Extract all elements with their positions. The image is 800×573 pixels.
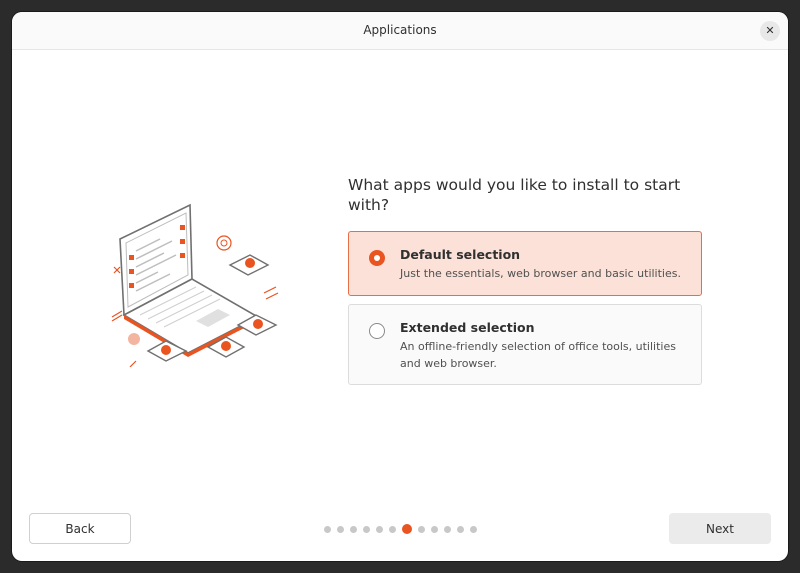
window-title: Applications — [363, 23, 437, 37]
step-dot[interactable] — [444, 525, 451, 533]
close-button[interactable]: ✕ — [760, 21, 780, 41]
step-dot[interactable] — [324, 525, 331, 533]
option-title: Extended selection — [400, 320, 535, 335]
step-dot[interactable] — [470, 525, 477, 533]
option-description: Just the essentials, web browser and bas… — [400, 267, 681, 280]
step-dot[interactable] — [363, 525, 370, 533]
option-description: An offline-friendly selection of office … — [400, 340, 676, 370]
page-question: What apps would you like to install to s… — [348, 176, 681, 214]
step-dot[interactable] — [376, 525, 383, 533]
step-dot[interactable] — [431, 525, 438, 533]
back-button[interactable]: Back — [29, 513, 131, 544]
step-dot[interactable] — [457, 525, 464, 533]
step-indicator — [324, 523, 483, 535]
step-dot[interactable] — [350, 525, 357, 533]
option-title: Default selection — [400, 247, 521, 262]
close-icon: ✕ — [765, 24, 775, 37]
next-button[interactable]: Next — [669, 513, 771, 544]
laptop-illustration — [111, 203, 279, 367]
installer-window: Applications ✕ What apps would you like … — [12, 12, 788, 561]
step-dot[interactable] — [389, 525, 396, 533]
step-dot-active[interactable] — [402, 524, 412, 534]
option-default-selection[interactable]: Default selection Just the essentials, w… — [348, 231, 702, 296]
radio-unselected-icon[interactable] — [369, 323, 385, 339]
titlebar: Applications ✕ — [12, 12, 788, 50]
step-dot[interactable] — [337, 525, 344, 533]
step-dot[interactable] — [418, 525, 425, 533]
option-extended-selection[interactable]: Extended selection An offline-friendly s… — [348, 304, 702, 385]
radio-selected-icon[interactable] — [369, 250, 385, 266]
